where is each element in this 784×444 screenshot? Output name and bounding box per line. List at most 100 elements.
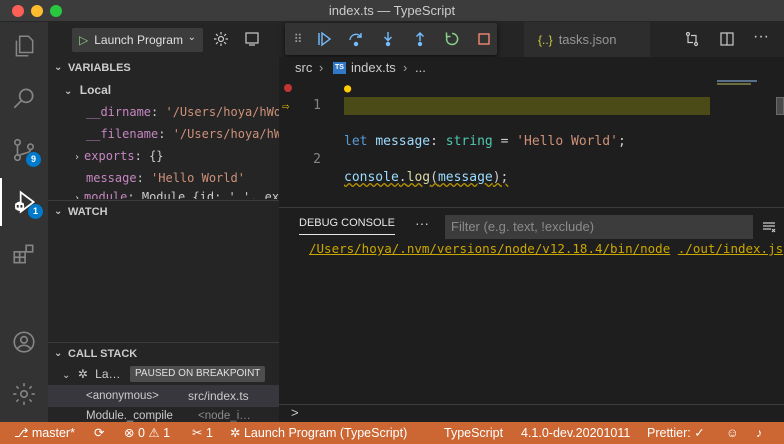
stack-frame[interactable]: Module._compile <node_i… [48, 407, 279, 422]
variable-row[interactable]: message: 'Hello World' [48, 167, 279, 189]
start-debug-icon: ▷ [79, 33, 89, 47]
code-punct: ); [492, 170, 509, 185]
step-over-button[interactable] [346, 29, 366, 49]
panel-more-button[interactable]: ··· [415, 215, 429, 231]
variable-row[interactable]: › exports: {} [48, 145, 279, 167]
code-keyword: let [344, 134, 368, 149]
tasks-item[interactable]: ✂ 1 [192, 422, 213, 444]
launch-config-select[interactable]: ▷ Launch Program ⌄ [72, 28, 203, 52]
variable-name: module [84, 190, 128, 199]
error-icon: ⊗ [124, 426, 135, 440]
stop-button[interactable] [474, 29, 494, 49]
bell-icon: ♪ [756, 426, 763, 440]
step-out-button[interactable] [410, 29, 430, 49]
clear-all-icon [763, 222, 776, 233]
manage-button[interactable] [0, 370, 48, 418]
stack-frame[interactable]: <anonymous> src/index.ts [48, 385, 279, 407]
sync-icon: ⟳ [94, 426, 105, 440]
variables-section-header[interactable]: ⌄ VARIABLES [48, 57, 279, 79]
open-changes-button[interactable] [684, 31, 700, 47]
console-filter-input[interactable]: Filter (e.g. text, !exclude) [445, 215, 753, 239]
open-launch-json-button[interactable] [213, 31, 229, 47]
code-line-2[interactable]: ⇨ 2 console.log(message); [279, 97, 784, 185]
split-editor-button[interactable] [719, 31, 735, 47]
code-line-1[interactable]: 1 ● let message: string = 'Hello World'; [279, 79, 784, 149]
tab-tasks-json[interactable]: {..} tasks.json [524, 22, 650, 57]
code-type: string [445, 134, 493, 149]
variable-name: message [86, 171, 137, 185]
feedback-button[interactable]: ☺ [726, 422, 739, 444]
gear-icon [214, 32, 228, 46]
current-line-highlight [344, 97, 710, 115]
compare-icon [685, 31, 699, 47]
branch-item[interactable]: ⎇ master* [14, 422, 75, 444]
chevron-right-icon: › [403, 60, 408, 75]
code-function: log [406, 170, 431, 185]
tools-icon: ✂ [192, 426, 203, 440]
filter-placeholder: Filter (e.g. text, !exclude) [451, 219, 595, 234]
step-out-icon [416, 32, 424, 47]
continue-icon [318, 31, 332, 47]
drag-handle[interactable]: ⠿ [288, 29, 308, 49]
ts-version-item[interactable]: 4.1.0-dev.20201011 [521, 422, 630, 444]
variable-value: '/Users/hoya/hWor… [165, 105, 279, 119]
vertical-scrollbar[interactable] [774, 79, 784, 207]
code-string: 'Hello World' [516, 134, 618, 149]
tab-debug-console[interactable]: DEBUG CONSOLE [299, 217, 395, 235]
continue-button[interactable] [314, 29, 334, 49]
breadcrumb-symbols[interactable]: ... [415, 57, 426, 79]
title-bar: index.ts — TypeScript [0, 0, 784, 22]
call-stack-title: CALL STACK [68, 348, 138, 360]
accounts-button[interactable] [0, 318, 48, 366]
prettier-item[interactable]: Prettier: ✓ [647, 422, 705, 444]
problems-item[interactable]: ⊗ 0 ⚠ 1 [124, 422, 170, 444]
language-mode-item[interactable]: TypeScript [444, 422, 503, 444]
variable-name: __filename [86, 127, 159, 141]
minimap[interactable] [717, 79, 780, 115]
breadcrumb-folder[interactable]: src [295, 57, 312, 79]
console-input[interactable]: > [279, 404, 784, 422]
debug-launch-item[interactable]: ✲ Launch Program (TypeScript) [230, 422, 407, 444]
source-control-button[interactable]: 9 [0, 126, 48, 174]
call-stack-thread[interactable]: ⌄ ✲ La… PAUSED ON BREAKPOINT [48, 363, 279, 385]
version-label: 4.1.0-dev.20201011 [521, 426, 631, 440]
code-editor[interactable]: 1 ● let message: string = 'Hello World';… [279, 79, 784, 207]
scrollbar-thumb[interactable] [776, 97, 784, 115]
warning-icon: ⚠ [148, 426, 160, 440]
tab-label: tasks.json [558, 32, 617, 47]
scm-badge: 9 [26, 152, 41, 167]
explorer-button[interactable] [0, 22, 48, 70]
watch-section-header[interactable]: ⌄ WATCH [48, 200, 279, 222]
code-identifier: message [437, 170, 493, 185]
code-punct: . [398, 170, 407, 185]
run-debug-button[interactable]: 1 [0, 178, 48, 226]
restart-icon [445, 32, 459, 46]
extensions-button[interactable] [0, 230, 48, 278]
variable-row[interactable]: __filename: '/Users/hoya/hWo… [48, 123, 279, 145]
output-link[interactable]: ./out/index.js [678, 241, 783, 256]
scope-local[interactable]: ⌄ Local [48, 79, 279, 101]
variable-row[interactable]: › module: Module {id: '.', ext… [48, 189, 279, 199]
notifications-button[interactable]: ♪ [756, 422, 762, 444]
output-link[interactable]: /Users/hoya/.nvm/versions/node/v12.18.4/… [309, 241, 670, 256]
debug-console-toggle-button[interactable] [244, 31, 260, 47]
call-stack-section-header[interactable]: ⌄ CALL STACK [48, 342, 279, 364]
chevron-down-icon: ⌄ [54, 348, 63, 359]
restart-button[interactable] [442, 29, 462, 49]
stop-icon [478, 33, 490, 45]
variable-value: {} [149, 149, 164, 163]
variable-row[interactable]: __dirname: '/Users/hoya/hWor… [48, 101, 279, 123]
search-button[interactable] [0, 74, 48, 122]
debug-sidebar: ▷ Launch Program ⌄ ⌄ VARIABLES ⌄ Local _… [48, 22, 279, 422]
clear-console-button[interactable] [761, 219, 777, 235]
code-identifier: console [344, 170, 399, 185]
sync-button[interactable]: ⟳ [94, 422, 104, 444]
lightbulb-icon[interactable]: ● [344, 79, 351, 97]
minimap-line [717, 80, 757, 82]
debug-pointer-icon: ⇨ [282, 99, 290, 113]
step-into-button[interactable] [378, 29, 398, 49]
ellipsis-icon: ··· [753, 28, 769, 45]
more-actions-button[interactable]: ··· [753, 28, 769, 46]
breadcrumb-file[interactable]: index.ts [351, 57, 396, 79]
prettier-label: Prettier: ✓ [647, 426, 705, 440]
